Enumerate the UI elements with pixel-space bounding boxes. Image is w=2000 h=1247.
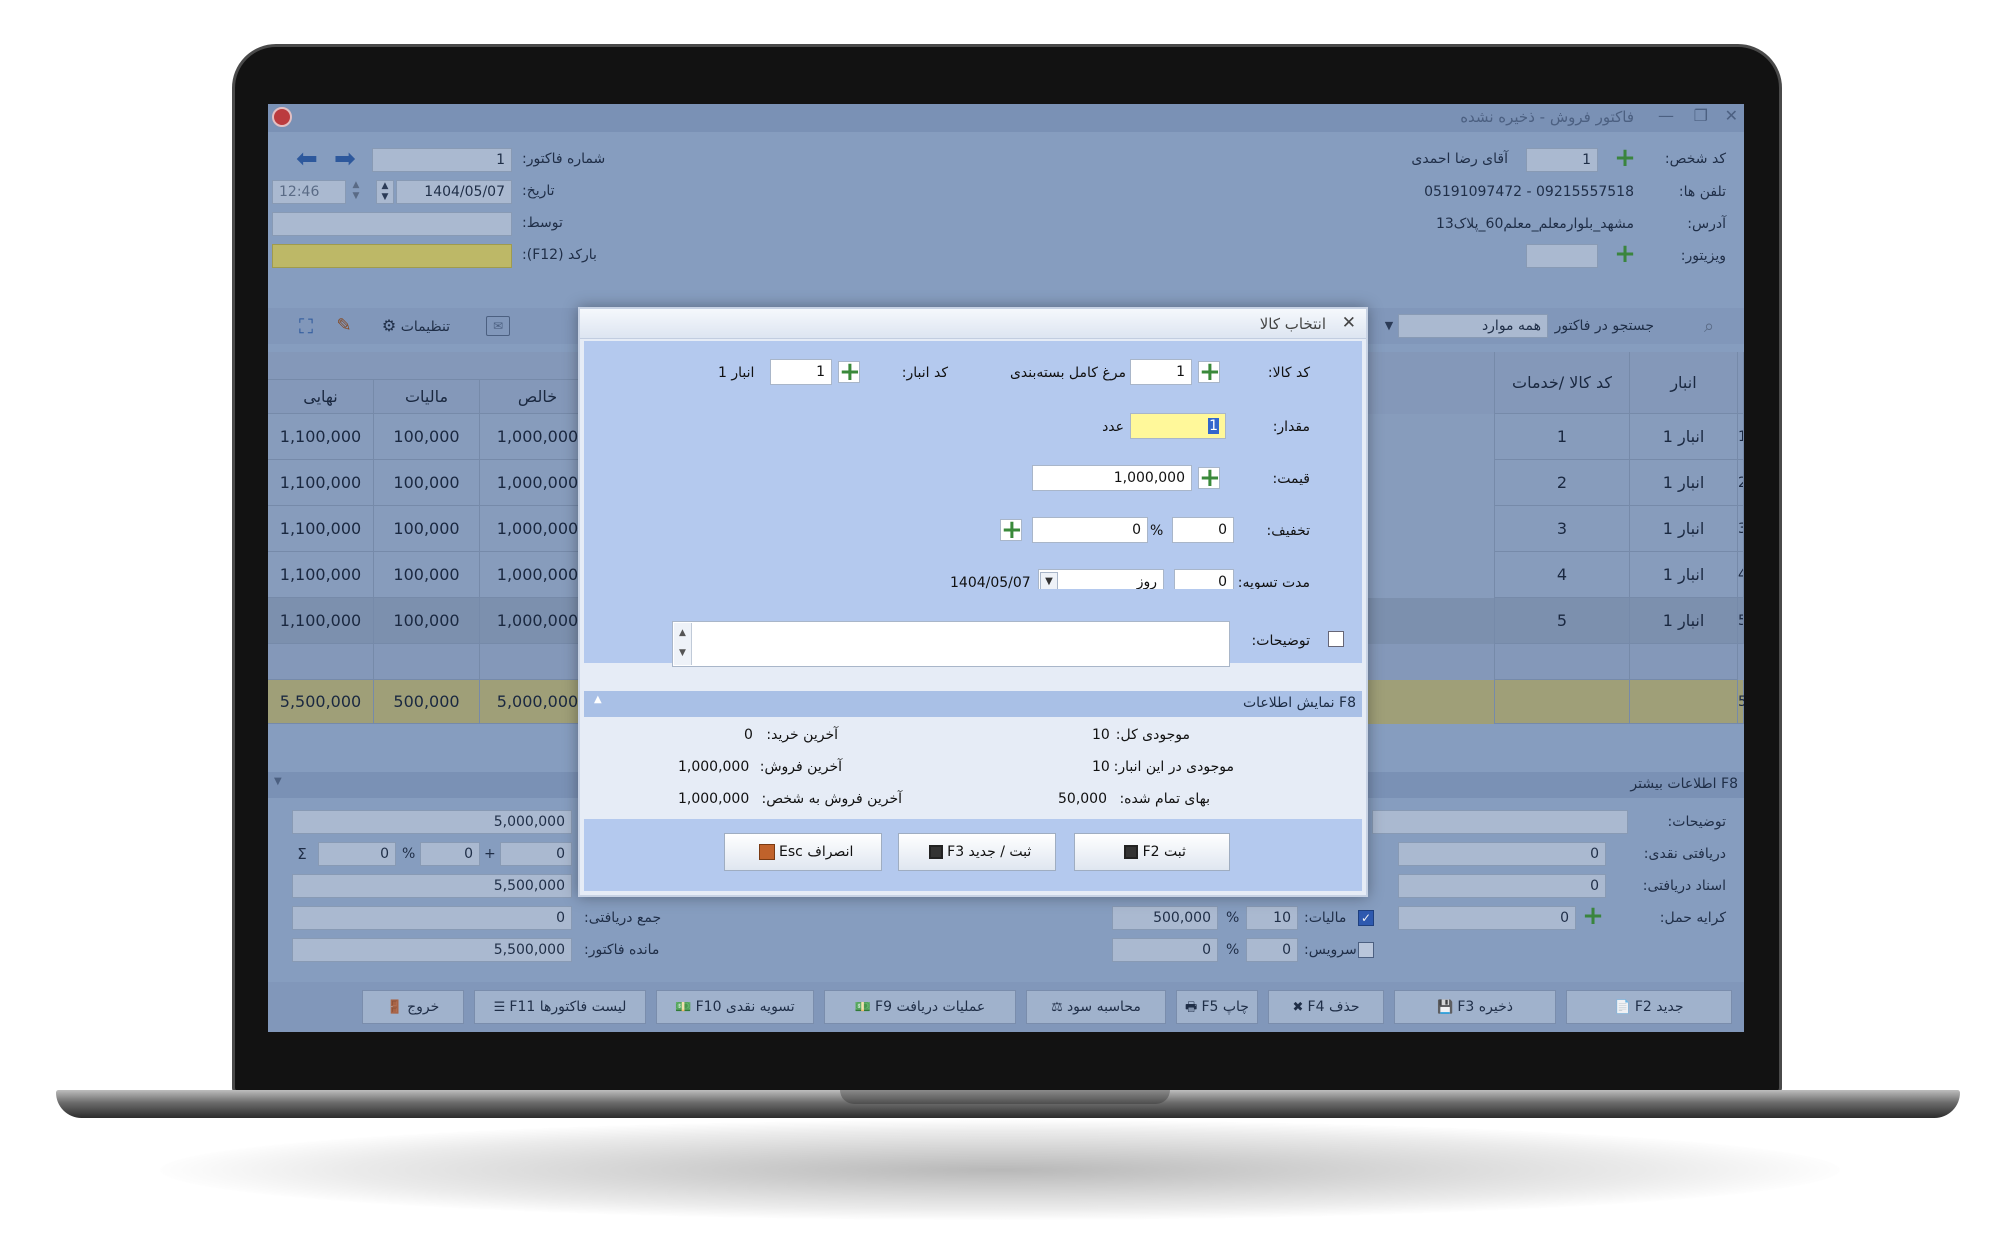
stock-total-label: موجودی کل: [1115, 727, 1190, 743]
dialog-close-icon[interactable]: ✕ [1342, 313, 1356, 333]
cancel-dialog-label: انصراف Esc [779, 844, 854, 860]
add-item-icon[interactable]: + [1198, 359, 1221, 385]
item-code-label: کد کالا: [1267, 365, 1310, 381]
cancel-dialog-button[interactable]: انصراف Esc [724, 833, 882, 871]
select-item-dialog: انتخاب کالا ✕ کد کالا: + 1 مرغ کامل بسته… [578, 307, 1368, 897]
discount-pct-input[interactable]: 0 [1172, 517, 1234, 543]
price-label: قیمت: [1272, 471, 1310, 487]
save-item-label: ثبت F2 [1142, 844, 1186, 860]
last-sale-value: 1,000,000 [678, 759, 750, 775]
laptop-base-notch [840, 1090, 1170, 1104]
cost-label: بهای تمام شده: [1119, 791, 1210, 807]
store-code-input[interactable]: 1 [770, 359, 832, 385]
dialog-titlebar [580, 309, 1366, 339]
store-name: انبار 1 [718, 365, 755, 381]
qty-label: مقدار: [1272, 419, 1310, 435]
notes-label: توضیحات: [1251, 633, 1310, 649]
qty-input[interactable]: 1 [1130, 413, 1226, 439]
notes-textarea[interactable] [672, 621, 1230, 667]
dialog-title: انتخاب کالا [1259, 315, 1326, 333]
qty-value: 1 [1208, 418, 1219, 434]
last-buy-value: 0 [744, 727, 753, 743]
price-input[interactable]: 1,000,000 [1032, 465, 1192, 491]
discount-amount-input[interactable]: 0 [1032, 517, 1148, 543]
exit-door-icon [758, 844, 775, 860]
store-code-label: کد انبار: [901, 365, 948, 381]
add-store-icon[interactable]: + [838, 359, 861, 385]
discount-label: تخفیف: [1266, 523, 1310, 539]
notes-checkbox[interactable] [1328, 631, 1344, 647]
dialog-form-area [584, 341, 1362, 589]
stock-store-value: 10 [1092, 759, 1110, 775]
stock-store-label: موجودی در این انبار: [1113, 759, 1234, 775]
item-name: مرغ کامل بسته‌بندی [1009, 365, 1126, 381]
info-bar-title: F8 نمایش اطلاعات [1242, 695, 1356, 711]
last-sale-person-label: آخرین فروش به شخص: [761, 791, 902, 807]
save-new-item-label: ثبت / جدید F3 [947, 844, 1032, 860]
floppy-multi-icon [928, 845, 943, 859]
item-code-input[interactable]: 1 [1130, 359, 1192, 385]
save-item-button[interactable]: ثبت F2 [1074, 833, 1230, 871]
stock-total-value: 10 [1092, 727, 1110, 743]
floppy-icon [1124, 845, 1139, 859]
discount-percent-sign: % [1150, 523, 1164, 539]
notes-scroll-icon[interactable]: ▲ ▼ [674, 623, 692, 665]
collapse-up-icon[interactable]: ▲ [594, 694, 608, 708]
last-sale-person-value: 1,000,000 [678, 791, 750, 807]
last-sale-label: آخرین فروش: [759, 759, 842, 775]
laptop-shadow [160, 1120, 1840, 1220]
add-discount-icon[interactable]: + [1000, 517, 1023, 543]
save-new-item-button[interactable]: ثبت / جدید F3 [898, 833, 1056, 871]
last-buy-label: آخرین خرید: [766, 727, 838, 743]
cost-value: 50,000 [1058, 791, 1107, 807]
add-price-icon[interactable]: + [1198, 465, 1221, 491]
qty-unit: عدد [1102, 419, 1124, 435]
